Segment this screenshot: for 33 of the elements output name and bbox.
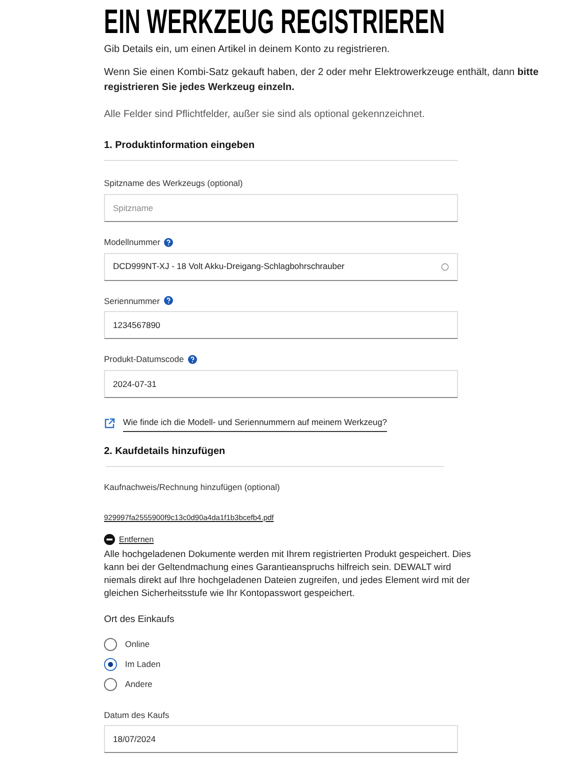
- help-icon[interactable]: [188, 355, 197, 364]
- radio-button[interactable]: [104, 638, 117, 651]
- radio-label: Andere: [125, 678, 152, 691]
- help-icon[interactable]: [164, 238, 174, 247]
- notice-text: Wenn Sie einen Kombi-Satz gekauft haben, der 2 oder mehr Elektrowerkzeuge enthält, dann bitte registrieren Sie jedes Werkzeug einzeln.: [104, 66, 540, 95]
- radio-label: Online: [125, 638, 150, 651]
- external-link-icon: [104, 418, 115, 430]
- help-link[interactable]: Wie finde ich die Modell- und Seriennummern auf meinem Werkzeug?: [123, 416, 387, 432]
- page-title: EIN WERKZEUG REGISTRIEREN: [104, 4, 446, 40]
- radio-button[interactable]: [104, 678, 117, 691]
- input-field[interactable]: Spitzname: [104, 194, 458, 222]
- field-label: Seriennummer: [104, 294, 160, 308]
- input-field[interactable]: 2024-07-31: [104, 370, 458, 398]
- radio-label: Im Laden: [125, 658, 160, 671]
- group-label: Ort des Einkaufs: [104, 612, 176, 626]
- model-select[interactable]: DCD999NT-XJ - 18 Volt Akku-Dreigang-Schlagbohrschrauber: [104, 252, 458, 280]
- section-heading: 1. Produktinformation eingeben: [104, 140, 256, 152]
- help-icon[interactable]: [164, 296, 173, 306]
- upload-note: Alle hochgeladenen Dokumente werden mit Ihrem registrierten Produkt gespeichert. Dies kann bei der Geltendmachung eines Garantieanspruchs hilfreich sein. DEWALT wird niemals direkt auf Ihre hochgeladenen Dateien zugreifen, und jedes Element wird mit der gleichen Sicherheitsstufe wie Ihr Kontopasswort gespeichert.: [104, 548, 472, 600]
- required-note: Alle Felder sind Pflichtfelder, außer sie sind als optional gekennzeichnet.: [104, 108, 426, 122]
- field-label: Kaufnachweis/Rechnung hinzufügen (optional): [104, 480, 281, 494]
- remove-icon[interactable]: [104, 534, 115, 545]
- field-label: Modellnummer: [104, 236, 160, 248]
- field-label: Spitzname des Werkzeugs (optional): [104, 177, 243, 190]
- field-label: Produkt-Datumscode: [104, 353, 184, 366]
- radio-button[interactable]: [104, 658, 117, 671]
- input-field[interactable]: 1234567890: [104, 311, 458, 340]
- input-field[interactable]: 18/07/2024: [104, 725, 458, 754]
- section-heading: 2. Kaufdetails hinzufügen: [104, 446, 226, 458]
- spinner-icon: [441, 262, 449, 270]
- field-label: Datum des Kaufs: [104, 708, 170, 722]
- intro-text: Gib Details ein, um einen Artikel in deinem Konto zu registrieren.: [104, 43, 391, 57]
- remove-link[interactable]: Entfernen: [119, 534, 154, 546]
